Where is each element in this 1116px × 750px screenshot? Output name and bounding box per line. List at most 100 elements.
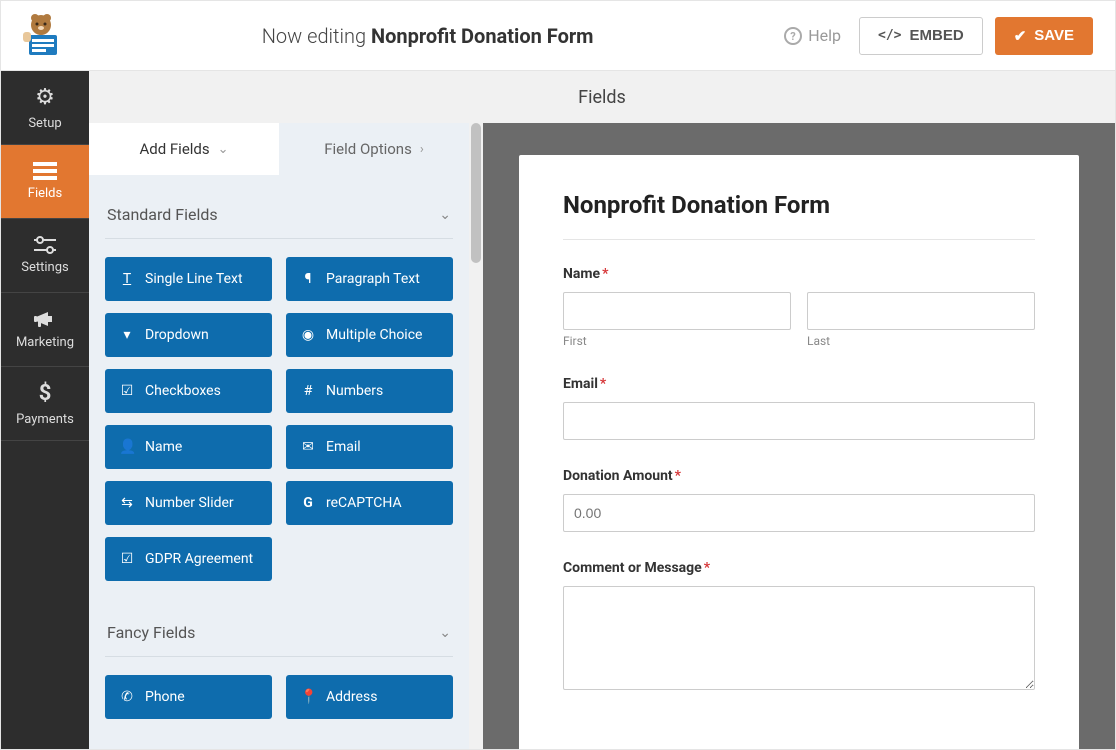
sidebar-item-label: Marketing — [16, 335, 74, 350]
chevron-down-icon: ⌄ — [439, 207, 451, 223]
standard-fields-grid: T Single Line Text ¶ Paragraph Text ▾Dropd… — [105, 257, 453, 581]
help-label: Help — [808, 26, 841, 45]
sidebar-item-label: Fields — [28, 186, 62, 201]
list-icon — [33, 162, 57, 180]
email-icon: ✉ — [300, 439, 316, 455]
field-recaptcha[interactable]: GreCAPTCHA — [286, 481, 453, 525]
preview-column: Nonprofit Donation Form Name* First Last — [483, 123, 1115, 749]
field-numbers[interactable]: #Numbers — [286, 369, 453, 413]
phone-icon: ✆ — [119, 689, 135, 705]
svg-text:?: ? — [791, 30, 797, 43]
sidebar-item-marketing[interactable]: Marketing — [1, 293, 89, 367]
field-gdpr[interactable]: ☑GDPR Agreement — [105, 537, 272, 581]
embed-button[interactable]: </> EMBED — [859, 17, 983, 55]
sidebar-item-fields[interactable]: Fields — [1, 145, 89, 219]
sublabel-first: First — [563, 334, 791, 348]
embed-icon: </> — [878, 28, 901, 43]
pin-icon: 📍 — [300, 689, 316, 705]
sidebar-item-setup[interactable]: ⚙ Setup — [1, 71, 89, 145]
sidebar: ⚙ Setup Fields Settings Marketing $ Paym… — [1, 71, 89, 749]
save-button[interactable]: ✔ SAVE — [995, 17, 1093, 55]
radio-icon: ◉ — [300, 327, 316, 343]
field-address[interactable]: 📍 Address — [286, 675, 453, 719]
field-label: Email — [326, 439, 361, 455]
field-label: Address — [326, 689, 377, 705]
fancy-fields-grid: ✆ Phone 📍 Address — [105, 675, 453, 719]
embed-label: EMBED — [910, 27, 964, 44]
bullhorn-icon — [34, 309, 56, 329]
save-label: SAVE — [1034, 27, 1074, 44]
gear-icon: ⚙ — [35, 85, 55, 110]
first-name-input[interactable] — [563, 292, 791, 330]
sidebar-item-settings[interactable]: Settings — [1, 219, 89, 293]
field-paragraph-text[interactable]: ¶ Paragraph Text — [286, 257, 453, 301]
dollar-icon: $ — [39, 381, 52, 406]
field-number-slider[interactable]: ⇆ Number Slider — [105, 481, 272, 525]
required-asterisk: * — [602, 266, 608, 282]
form-field-name[interactable]: Name* First Last — [563, 266, 1035, 348]
section-title: Standard Fields — [107, 205, 218, 224]
chevron-down-icon: ⌄ — [439, 625, 451, 641]
panel-tabs: Add Fields ⌄ Field Options › — [89, 123, 469, 175]
required-asterisk: * — [675, 468, 681, 484]
user-icon: 👤 — [119, 439, 135, 455]
field-checkboxes[interactable]: ☑Checkboxes — [105, 369, 272, 413]
section-header-fancy[interactable]: Fancy Fields ⌄ — [105, 611, 453, 657]
field-label: Multiple Choice — [326, 327, 422, 343]
editing-title: Now editing Nonprofit Donation Form — [71, 24, 784, 48]
slider-icon: ⇆ — [119, 495, 135, 511]
sidebar-item-label: Setup — [28, 116, 61, 131]
sublabel-last: Last — [807, 334, 1035, 348]
field-label: reCAPTCHA — [326, 495, 402, 511]
field-name[interactable]: 👤Name — [105, 425, 272, 469]
field-label: Paragraph Text — [326, 271, 420, 287]
label-comment: Comment or Message* — [563, 560, 1035, 576]
form-field-comment[interactable]: Comment or Message* — [563, 560, 1035, 694]
panel-body: Add Fields ⌄ Field Options › Standard Fi… — [89, 123, 1115, 749]
text-icon: T — [119, 271, 135, 287]
section-header-standard[interactable]: Standard Fields ⌄ — [105, 193, 453, 239]
paragraph-icon: ¶ — [300, 271, 316, 287]
help-link[interactable]: ? Help — [784, 26, 841, 45]
form-preview: Nonprofit Donation Form Name* First Last — [519, 155, 1079, 749]
field-phone[interactable]: ✆ Phone — [105, 675, 272, 719]
scrollbar[interactable] — [469, 123, 483, 749]
sidebar-item-label: Payments — [16, 412, 74, 427]
section-title: Fancy Fields — [107, 623, 195, 642]
sidebar-item-payments[interactable]: $ Payments — [1, 367, 89, 441]
checkbox-icon: ☑ — [119, 551, 135, 567]
comment-textarea[interactable] — [563, 586, 1035, 690]
left-panel: Add Fields ⌄ Field Options › Standard Fi… — [89, 123, 483, 749]
field-label: Single Line Text — [145, 271, 243, 287]
tab-add-fields[interactable]: Add Fields ⌄ — [89, 123, 279, 175]
help-icon: ? — [784, 27, 802, 45]
form-field-donation[interactable]: Donation Amount* — [563, 468, 1035, 532]
hash-icon: # — [300, 383, 316, 399]
field-label: Phone — [145, 689, 185, 705]
label-name: Name* — [563, 266, 1035, 282]
tab-field-options[interactable]: Field Options › — [279, 123, 469, 175]
google-icon: G — [300, 495, 316, 511]
panel-header: Fields — [89, 71, 1115, 123]
sliders-icon — [34, 236, 56, 254]
field-label: Number Slider — [145, 495, 234, 511]
check-icon: ✔ — [1014, 27, 1027, 45]
field-email[interactable]: ✉ Email — [286, 425, 453, 469]
chevron-down-icon: ⌄ — [218, 142, 229, 157]
donation-input[interactable] — [563, 494, 1035, 532]
last-name-input[interactable] — [807, 292, 1035, 330]
tab-label: Field Options — [324, 140, 412, 158]
form-title: Nonprofit Donation Form — [563, 191, 1035, 240]
field-multiple-choice[interactable]: ◉ Multiple Choice — [286, 313, 453, 357]
scrollbar-thumb[interactable] — [471, 123, 481, 263]
topbar: Now editing Nonprofit Donation Form ? He… — [1, 1, 1115, 71]
panel-content: Standard Fields ⌄ T Single Line Text ¶ Par… — [89, 175, 469, 749]
editing-prefix: Now editing — [262, 24, 371, 48]
required-asterisk: * — [600, 376, 606, 392]
field-single-line-text[interactable]: T Single Line Text — [105, 257, 272, 301]
app-logo — [11, 11, 71, 61]
email-input[interactable] — [563, 402, 1035, 440]
form-field-email[interactable]: Email* — [563, 376, 1035, 440]
main: ⚙ Setup Fields Settings Marketing $ Paym… — [1, 71, 1115, 749]
field-dropdown[interactable]: ▾Dropdown — [105, 313, 272, 357]
